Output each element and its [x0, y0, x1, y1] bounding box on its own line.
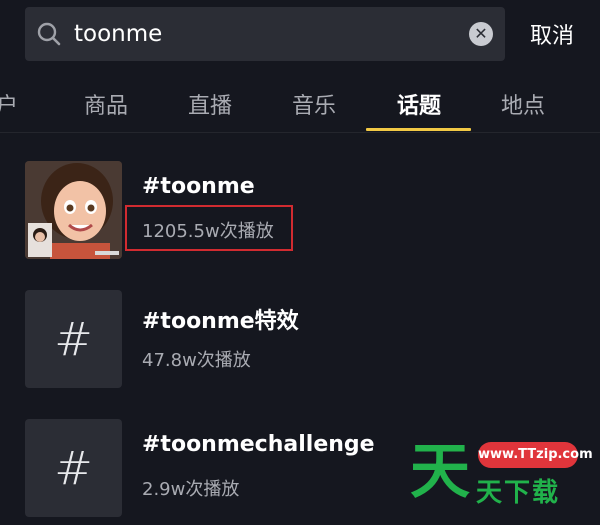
tabs-divider [0, 132, 600, 133]
play-count: 47.8w次播放 [142, 350, 251, 371]
clear-search-icon[interactable]: ✕ [469, 22, 493, 46]
tab-users[interactable]: 户 [0, 88, 18, 120]
tab-places[interactable]: 地点 [501, 88, 545, 120]
search-icon [37, 22, 61, 46]
tab-products[interactable]: 商品 [84, 88, 128, 120]
active-tab-indicator [366, 128, 471, 131]
highlight-annotation-box [125, 205, 293, 251]
topic-thumbnail [25, 161, 122, 259]
topic-title: #toonme特效 [142, 309, 299, 334]
site-watermark-logo: 天 www.TTzip.com 天下载 [410, 436, 593, 508]
search-input[interactable] [74, 7, 454, 61]
topic-title: #toonmechallenge [142, 432, 375, 457]
topic-title: #toonme [142, 174, 255, 199]
hashtag-icon: # [54, 312, 93, 366]
cartoon-avatar-image [25, 161, 122, 259]
topic-result-item[interactable]: #toonme 1205.5w次播放 [25, 161, 585, 259]
tab-topics[interactable]: 话题 [397, 88, 441, 120]
tab-live[interactable]: 直播 [188, 88, 232, 120]
topic-result-item[interactable]: # #toonme特效 47.8w次播放 [25, 290, 585, 388]
topic-thumbnail: # [25, 290, 122, 388]
search-bar: ✕ [25, 7, 505, 61]
cancel-button[interactable]: 取消 [530, 18, 574, 50]
hashtag-icon: # [54, 441, 93, 495]
watermark-text: 天下载 [476, 478, 561, 508]
tab-music[interactable]: 音乐 [292, 88, 336, 120]
watermark-glyph: 天 [410, 437, 470, 507]
category-tabs: 户 商品 直播 音乐 话题 地点 [0, 80, 600, 132]
topic-thumbnail: # [25, 419, 122, 517]
watermark-url: www.TTzip.com [478, 442, 593, 468]
play-count: 2.9w次播放 [142, 479, 240, 500]
